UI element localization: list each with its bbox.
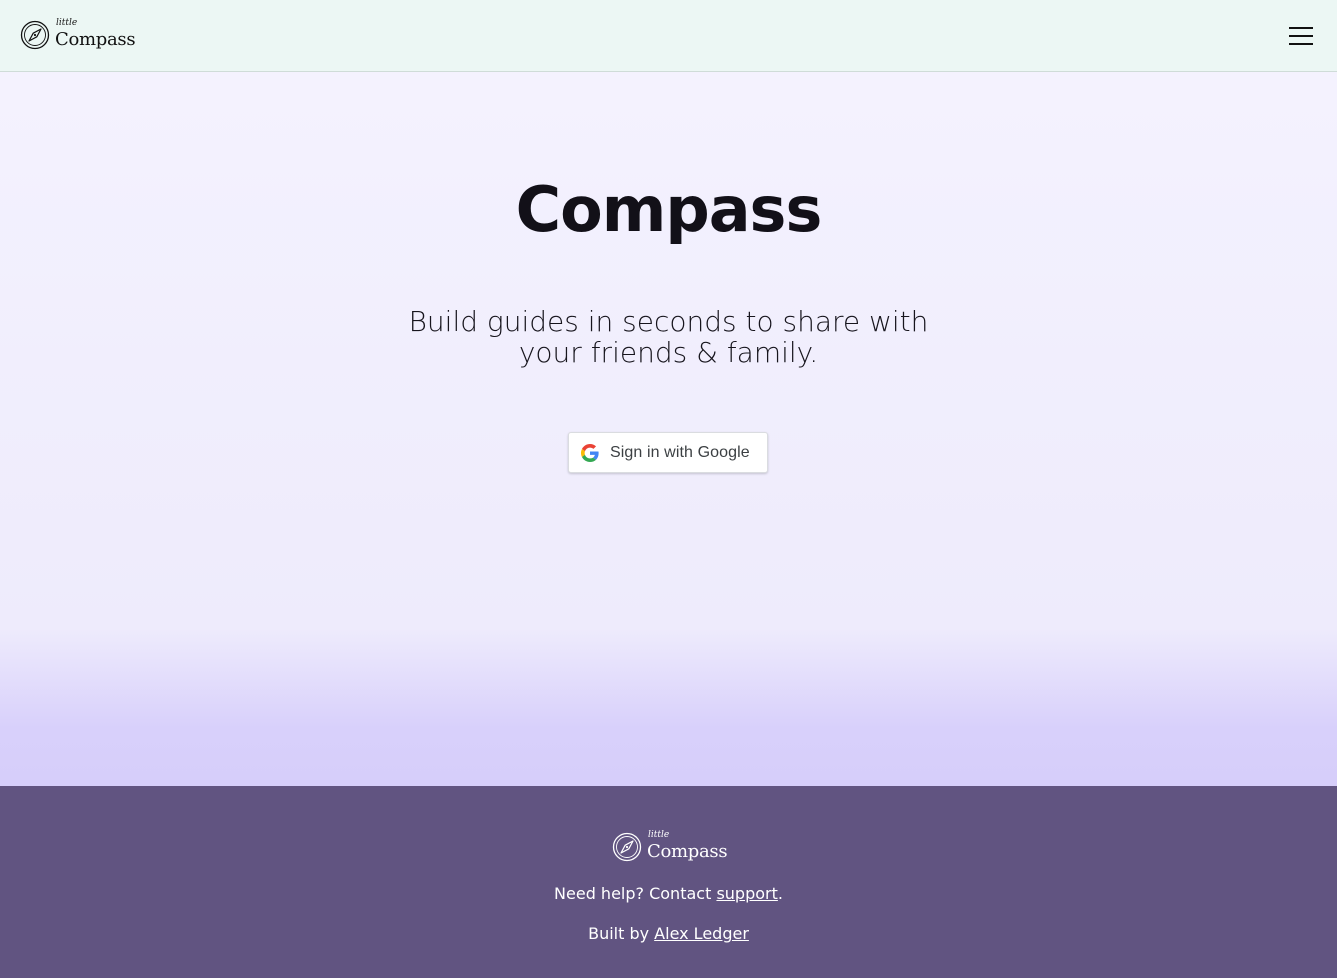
hamburger-menu-icon[interactable] (1285, 22, 1317, 50)
help-suffix: . (777, 884, 783, 903)
logo-main-text: Compass (55, 29, 136, 50)
logo-small-text: little (56, 18, 78, 28)
built-by-text: Built by Alex Ledger (0, 924, 1337, 943)
hero-subtitle: Build guides in seconds to share with yo… (408, 305, 929, 369)
built-prefix: Built by (588, 924, 655, 943)
google-icon (581, 444, 599, 462)
header-logo[interactable]: little Compass (20, 18, 140, 56)
compass-icon (612, 832, 642, 862)
help-text: Need help? Contact support. (0, 884, 1337, 903)
footer-logo-small-text: little (648, 830, 670, 840)
google-signin-label: Sign in with Google (610, 444, 750, 461)
author-link[interactable]: Alex Ledger (654, 924, 749, 943)
google-signin-button[interactable]: Sign in with Google (568, 432, 768, 473)
support-link[interactable]: support (716, 884, 777, 903)
site-footer: little Compass Need help? Contact suppor… (0, 786, 1337, 978)
compass-icon (20, 20, 50, 50)
help-prefix: Need help? Contact (554, 884, 717, 903)
site-header: little Compass (0, 0, 1337, 72)
footer-logo-main-text: Compass (647, 841, 728, 862)
page-title: Compass (515, 173, 823, 246)
footer-logo[interactable]: little Compass (612, 830, 732, 868)
hero-section: Compass Build guides in seconds to share… (0, 72, 1337, 786)
